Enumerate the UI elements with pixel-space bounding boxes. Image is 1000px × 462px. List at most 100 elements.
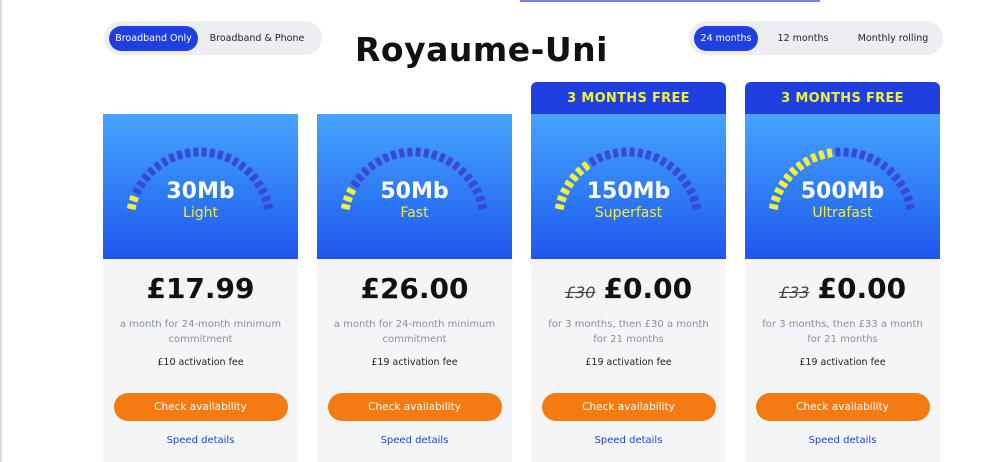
gauge-segment <box>795 161 805 171</box>
plan-hero: 500Mb Ultrafast <box>745 114 940 259</box>
gauge-segment <box>621 147 627 157</box>
gauge-segment <box>858 150 866 160</box>
monthly-rolling-option[interactable]: Monthly rolling <box>848 26 938 51</box>
gauge-segment <box>866 152 874 163</box>
gauge-segment <box>390 150 398 160</box>
gauge-segment <box>851 148 858 158</box>
activation-fee: £19 activation fee <box>585 357 672 368</box>
gauge-segment <box>398 148 405 158</box>
plan-card-50mb: 50Mb Fast £26.00 a month for 24-month mi… <box>317 114 512 462</box>
gauge-segment <box>588 156 597 167</box>
plan-tier: Fast <box>400 205 429 221</box>
speed-details-link[interactable]: Speed details <box>103 435 298 446</box>
page-title: Royaume-Uni <box>355 30 608 69</box>
check-availability-button[interactable]: Check availability <box>541 393 716 421</box>
12-months-option[interactable]: 12 months <box>758 26 848 51</box>
gauge-segment <box>445 156 454 167</box>
promo-banner: 3 MONTHS FREE <box>531 82 726 114</box>
24-months-option[interactable]: 24 months <box>694 25 758 51</box>
gauge-segment <box>885 166 895 176</box>
gauge-segment <box>231 156 240 167</box>
gauge-segment <box>438 152 446 163</box>
plan-tier: Superfast <box>594 205 663 221</box>
gauge-segment <box>802 156 811 167</box>
gauge-segment <box>810 152 818 163</box>
plan-hero: 30Mb Light <box>103 114 298 259</box>
gauge-segment <box>209 148 216 158</box>
gauge-segment <box>367 161 377 171</box>
plan-speed: 150Mb <box>586 179 671 204</box>
check-availability-button[interactable]: Check availability <box>113 393 288 421</box>
plan-speed: 500Mb <box>800 179 885 204</box>
gauge-segment <box>216 150 224 160</box>
gauge-segment <box>671 166 681 176</box>
plan-tier: Light <box>183 205 218 221</box>
gauge-segment <box>176 150 184 160</box>
gauge-segment <box>612 148 619 158</box>
gauge-segment <box>879 161 889 171</box>
speed-details-link[interactable]: Speed details <box>317 435 512 446</box>
gauge-segment <box>457 166 467 176</box>
plan-price: £0.00 <box>817 272 907 305</box>
plan-hero: 50Mb Fast <box>317 114 512 259</box>
broadband-phone-option[interactable]: Broadband & Phone <box>198 26 316 51</box>
gauge-segment <box>575 166 585 176</box>
gauge-segment <box>237 161 247 171</box>
gauge-segment <box>629 147 635 157</box>
plan-hero: 150Mb Superfast <box>531 114 726 259</box>
broadband-only-option[interactable]: Broadband Only <box>109 25 198 51</box>
check-availability-button[interactable]: Check availability <box>755 393 930 421</box>
plan-price-description: for 3 months, then £33 a month for 21 mo… <box>762 319 923 345</box>
activation-fee: £19 activation fee <box>799 357 886 368</box>
product-type-toggle: Broadband Only Broadband & Phone <box>104 21 322 55</box>
plan-price: £0.00 <box>603 272 693 305</box>
gauge-segment <box>818 150 826 160</box>
gauge-segment <box>789 166 799 176</box>
speed-details-link[interactable]: Speed details <box>531 435 726 446</box>
gauge-segment <box>451 161 461 171</box>
plan-card-150mb: 3 MONTHS FREE 150Mb Superfast £30 £0.00 … <box>531 82 726 462</box>
gauge-segment <box>374 156 383 167</box>
gauge-segment <box>826 148 833 158</box>
gauge-segment <box>201 147 207 157</box>
gauge-segment <box>193 147 199 157</box>
gauge-segment <box>430 150 438 160</box>
contract-length-toggle: 24 months 12 months Monthly rolling <box>689 21 943 55</box>
speed-details-link[interactable]: Speed details <box>745 435 940 446</box>
gauge-segment <box>665 161 675 171</box>
plan-price: £26.00 <box>360 272 469 305</box>
gauge-segment <box>843 147 849 157</box>
plan-tier: Ultrafast <box>812 205 873 221</box>
gauge-segment <box>160 156 169 167</box>
top-rule <box>520 0 820 2</box>
frame-edge <box>0 0 2 462</box>
gauge-segment <box>644 150 652 160</box>
gauge-segment <box>153 161 163 171</box>
gauge-segment <box>407 147 413 157</box>
original-price: £33 <box>778 283 810 302</box>
activation-fee: £19 activation fee <box>371 357 458 368</box>
plan-speed: 30Mb <box>166 179 235 204</box>
gauge-segment <box>168 152 176 163</box>
gauge-segment <box>652 152 660 163</box>
gauge-segment <box>637 148 644 158</box>
original-price: £30 <box>564 283 596 302</box>
plan-card-500mb: 3 MONTHS FREE 500Mb Ultrafast £33 £0.00 … <box>745 82 940 462</box>
plan-price-description: a month for 24-month minimum commitment <box>119 319 282 345</box>
gauge-segment <box>596 152 604 163</box>
plan-price-description: a month for 24-month minimum commitment <box>333 319 496 345</box>
plan-price: £17.99 <box>146 272 255 305</box>
plan-card-30mb: 30Mb Light £17.99 a month for 24-month m… <box>103 114 298 462</box>
gauge-segment <box>659 156 668 167</box>
gauge-segment <box>873 156 882 167</box>
gauge-segment <box>184 148 191 158</box>
plan-price-description: for 3 months, then £30 a month for 21 mo… <box>548 319 709 345</box>
gauge-segment <box>423 148 430 158</box>
gauge-segment <box>581 161 591 171</box>
plan-speed: 50Mb <box>380 179 449 204</box>
gauge-segment <box>382 152 390 163</box>
check-availability-button[interactable]: Check availability <box>327 393 502 421</box>
promo-banner: 3 MONTHS FREE <box>745 82 940 114</box>
gauge-segment <box>147 166 157 176</box>
gauge-segment <box>415 147 421 157</box>
